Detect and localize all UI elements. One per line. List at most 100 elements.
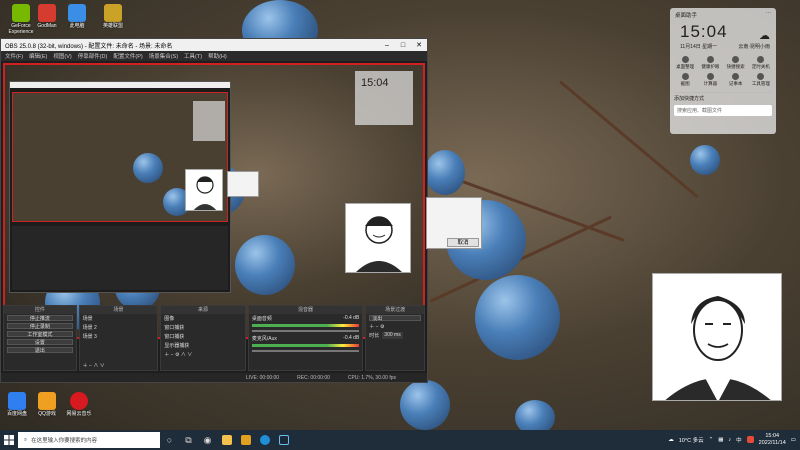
task-view-icon[interactable]: ○	[160, 430, 179, 450]
scene-toolbar[interactable]: ＋ − ∧ ∨	[80, 361, 158, 370]
cancel-button[interactable]: 取消	[447, 238, 479, 247]
menu-profile[interactable]: 配置文件(P)	[113, 52, 142, 60]
qq-game-icon	[38, 392, 56, 410]
volume-slider[interactable]	[251, 350, 360, 352]
widget-search-input[interactable]: 搜索应用、截图文件	[674, 105, 772, 116]
godman-icon	[38, 4, 56, 22]
add-shortcut-button[interactable]: 添加快捷方式	[674, 92, 772, 102]
transitions-header: 场景过渡	[366, 306, 424, 314]
source-item[interactable]: 窗口捕获	[161, 323, 245, 332]
source-item[interactable]: 窗口捕获	[161, 332, 245, 341]
desktop-icon-this-pc[interactable]: 此电脑	[60, 4, 94, 29]
multitask-icon[interactable]: ⧉	[179, 430, 198, 450]
live-status: LIVE: 00:00:00	[246, 374, 280, 381]
transition-select[interactable]: 淡出	[369, 315, 421, 322]
scene-item[interactable]: 场景 2	[80, 323, 158, 332]
scissors-icon	[681, 73, 689, 80]
obs-window[interactable]: OBS 25.0.8 (32-bit, windows) - 配置文件: 未命名…	[0, 38, 428, 383]
desktop-icon-godman[interactable]: GodMan	[30, 4, 64, 29]
close-button[interactable]: ✕	[411, 41, 427, 49]
source-toolbar[interactable]: ＋ − ⚙ ∧ ∨	[161, 350, 245, 359]
volume-slider[interactable]	[251, 330, 360, 332]
menu-edit[interactable]: 编辑(E)	[29, 52, 47, 60]
calculator-icon	[706, 73, 714, 80]
weather-cloud-icon: ☁	[759, 30, 770, 42]
shortcut-desktop-organize[interactable]: 桌面整理	[674, 56, 696, 70]
chevron-up-icon[interactable]: ⌃	[709, 437, 714, 443]
source-item[interactable]: 图像	[161, 314, 245, 323]
shortcut-quick-search[interactable]: 快捷搜索	[725, 56, 747, 70]
shortcut-tools[interactable]: 工具管理	[750, 73, 772, 87]
nested-clock-widget	[193, 101, 225, 141]
grid-icon	[681, 56, 689, 63]
volume-meter	[251, 344, 360, 347]
portrait-image	[652, 273, 782, 401]
duration-input[interactable]: 300 ms	[382, 332, 403, 339]
widget-date: 11月14日 星期一	[680, 44, 718, 50]
network-icon[interactable]: ▦	[718, 437, 723, 443]
dialog-window[interactable]: 取消	[426, 197, 482, 249]
notepad-icon	[732, 73, 740, 80]
mixer-channel: 麦克风/Aux -0.4 dB	[251, 335, 360, 342]
scene-item[interactable]: 场景	[80, 314, 158, 323]
transition-toolbar[interactable]: ＋ − ⚙	[366, 322, 424, 331]
start-button[interactable]	[0, 430, 18, 450]
menu-scene-collection[interactable]: 场景集合(S)	[149, 52, 178, 60]
widget-title: 桌面助手	[675, 13, 698, 19]
desktop-icon-lol[interactable]: 英雄联盟	[96, 4, 130, 29]
menu-view[interactable]: 视图(V)	[53, 52, 71, 60]
volume-icon[interactable]: ♪	[728, 437, 731, 443]
shortcut-timer-shutdown[interactable]: 定时关机	[750, 56, 772, 70]
search-icon	[732, 56, 740, 63]
preview-clock-widget: 15:04	[355, 71, 413, 125]
nested-dialog	[227, 171, 259, 197]
obs-taskbar-icon[interactable]: ◉	[198, 430, 217, 450]
ime-indicator[interactable]: 中	[736, 436, 742, 444]
shortcut-calculator[interactable]: 计算器	[699, 73, 721, 87]
taskbar-search-input[interactable]: ⌕ 在这里输入你要搜索的内容	[18, 432, 160, 448]
shortcut-notepad[interactable]: 记事本	[725, 73, 747, 87]
search-icon: ⌕	[24, 436, 28, 443]
stop-streaming-button[interactable]: 停止推流	[7, 315, 73, 322]
maximize-button[interactable]: □	[395, 42, 411, 49]
minimize-button[interactable]: –	[379, 42, 395, 49]
rec-status: REC: 00:00:00	[297, 374, 330, 381]
source-item[interactable]: 显示器捕获	[161, 341, 245, 350]
widget-menu-icon[interactable]: ⋯	[766, 11, 772, 19]
studio-mode-button[interactable]: 工作室模式	[7, 331, 73, 338]
edge-icon[interactable]	[255, 430, 274, 450]
app-taskbar-icon[interactable]	[236, 430, 255, 450]
eye-icon	[706, 56, 714, 63]
menu-file[interactable]: 文件(F)	[5, 52, 23, 60]
notification-icon[interactable]: ▭	[791, 437, 796, 443]
controls-dock: 控件 停止推流 停止录制 工作室模式 设置 退出	[3, 305, 77, 371]
menu-help[interactable]: 帮助(H)	[208, 52, 227, 60]
geforce-icon	[12, 4, 30, 22]
menu-tools[interactable]: 工具(T)	[184, 52, 202, 60]
exit-button[interactable]: 退出	[7, 347, 73, 354]
app-tray-icon[interactable]	[746, 435, 754, 445]
obs-titlebar[interactable]: OBS 25.0.8 (32-bit, windows) - 配置文件: 未命名…	[1, 39, 427, 51]
taskbar-weather[interactable]: 10°C 多云	[679, 436, 704, 444]
windows-icon	[4, 435, 14, 445]
obs-docks: 控件 停止推流 停止录制 工作室模式 设置 退出 场景 场景 场景 2 场景 3…	[1, 305, 427, 371]
cloud-icon	[8, 392, 26, 410]
scene-item[interactable]: 场景 3	[80, 332, 158, 341]
settings-button[interactable]: 设置	[7, 339, 73, 346]
taskbar-clock[interactable]: 15:04 2022/11/14	[759, 433, 786, 447]
desktop-icon-qq-game[interactable]: QQ游戏	[30, 392, 64, 417]
music-icon	[70, 392, 88, 410]
menu-docks[interactable]: 停靠部件(D)	[78, 52, 108, 60]
file-explorer-icon[interactable]	[217, 430, 236, 450]
nested-portrait	[185, 169, 223, 211]
obs-preview[interactable]: 15:04	[3, 63, 425, 339]
shortcut-screenshot[interactable]: 截图	[674, 73, 696, 87]
shortcut-eye-care[interactable]: 健康护眼	[699, 56, 721, 70]
desktop-assistant-widget[interactable]: 桌面助手 ⋯ 15:04 ☁ 11月14日 星期一 云南·昆明小雨 桌面整理 健…	[670, 8, 776, 134]
mixer-header: 混音器	[248, 306, 363, 314]
sources-header: 来源	[161, 306, 245, 314]
steam-icon[interactable]	[274, 430, 293, 450]
desktop-icon-netease-music[interactable]: 网易云音乐	[62, 392, 96, 417]
desktop-icon-baidu-pan[interactable]: 百度网盘	[0, 392, 34, 417]
stop-recording-button[interactable]: 停止录制	[7, 323, 73, 330]
